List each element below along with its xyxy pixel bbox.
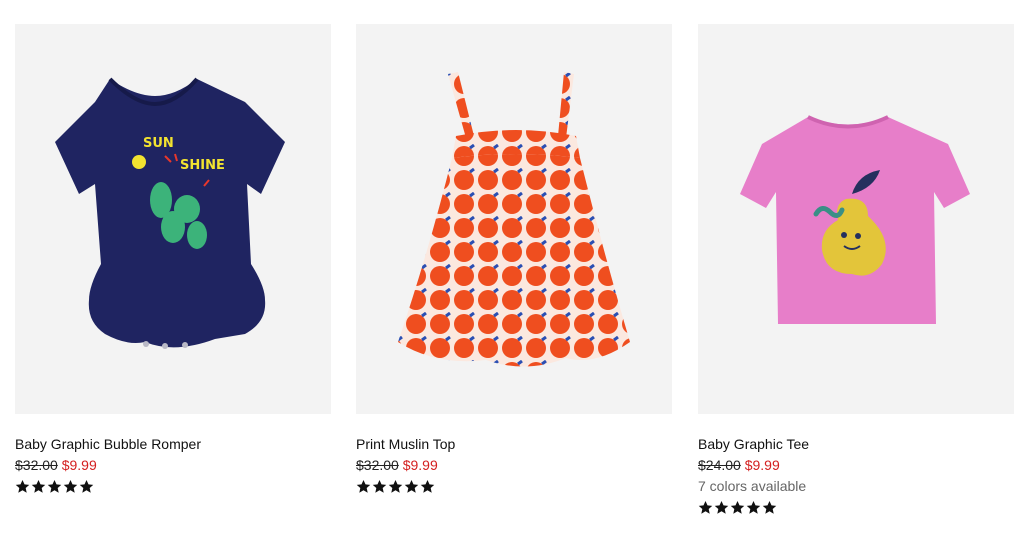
product-card[interactable]: Baby Graphic Tee $24.00 $9.99 7 colors a… [698,24,1014,516]
star-icon [730,500,745,515]
star-icon [762,500,777,515]
colors-available[interactable]: 7 colors available [698,478,1014,495]
muslin-top-illustration [398,72,630,367]
sale-price: $9.99 [744,457,780,473]
product-card[interactable]: Print Muslin Top $32.00 $9.99 [356,24,672,495]
price-row: $32.00 $9.99 [356,457,672,474]
sale-price: $9.99 [402,457,438,473]
star-icon [388,479,403,494]
sale-price: $9.99 [61,457,97,473]
star-icon [79,479,94,494]
romper-illustration: SUN SHINE [55,77,285,349]
star-icon [15,479,30,494]
original-price: $32.00 [15,457,58,473]
product-image-muslin-top[interactable] [356,24,672,414]
product-image-graphic-tee[interactable] [698,24,1014,414]
star-icon [63,479,78,494]
star-icon [420,479,435,494]
rating-stars[interactable] [698,500,1014,516]
tee-illustration [740,115,970,324]
star-icon [356,479,371,494]
original-price: $24.00 [698,457,741,473]
star-icon [714,500,729,515]
original-price: $32.00 [356,457,399,473]
product-name[interactable]: Baby Graphic Tee [698,436,1014,453]
star-icon [404,479,419,494]
star-icon [31,479,46,494]
price-row: $32.00 $9.99 [15,457,331,474]
rating-stars[interactable] [15,479,331,495]
star-icon [372,479,387,494]
product-card[interactable]: SUN SHINE Baby Graphic Bubble Romper $32… [15,24,331,495]
product-grid: SUN SHINE Baby Graphic Bubble Romper $32… [15,24,1015,544]
price-row: $24.00 $9.99 [698,457,1014,474]
romper-graphic-text-bottom: SHINE [180,158,225,173]
product-name[interactable]: Print Muslin Top [356,436,672,453]
product-image-romper[interactable]: SUN SHINE [15,24,331,414]
product-name[interactable]: Baby Graphic Bubble Romper [15,436,331,453]
star-icon [746,500,761,515]
rating-stars[interactable] [356,479,672,495]
romper-graphic-text-top: SUN [143,136,174,151]
star-icon [698,500,713,515]
star-icon [47,479,62,494]
